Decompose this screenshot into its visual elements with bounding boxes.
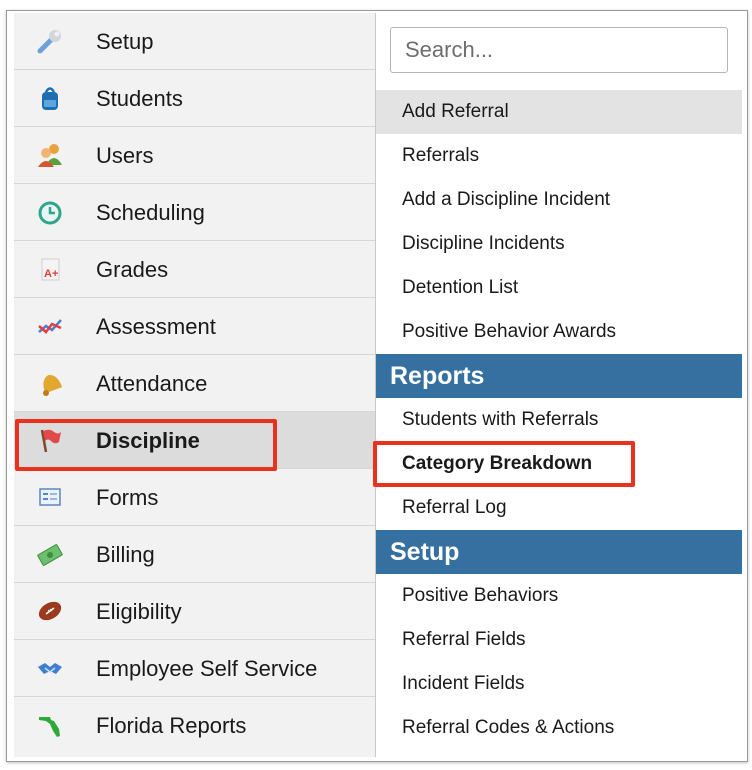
- menu-item-students-with-referrals[interactable]: Students with Referrals: [376, 398, 742, 442]
- menu-item-discipline-incidents[interactable]: Discipline Incidents: [376, 222, 742, 266]
- section-header-reports: Reports: [376, 354, 742, 398]
- sidebar-item-grades[interactable]: A+ Grades: [14, 241, 375, 298]
- grade-paper-icon: A+: [36, 255, 64, 283]
- highlight-box-category-breakdown: [373, 441, 635, 487]
- form-icon: [36, 483, 64, 511]
- sidebar: Setup Students Users Scheduling A+ Grade…: [14, 13, 376, 757]
- sidebar-item-label: Users: [96, 143, 154, 168]
- sidebar-item-scheduling[interactable]: Scheduling: [14, 184, 375, 241]
- sidebar-item-forms[interactable]: Forms: [14, 469, 375, 526]
- sidebar-item-billing[interactable]: Billing: [14, 526, 375, 583]
- sidebar-item-florida-reports[interactable]: Florida Reports: [14, 697, 375, 754]
- svg-text:A+: A+: [44, 268, 58, 280]
- sidebar-item-label: Setup: [96, 29, 154, 54]
- sidebar-item-label: Assessment: [96, 314, 216, 339]
- menu-item-add-referral[interactable]: Add Referral: [376, 90, 742, 134]
- menu-item-add-discipline-incident[interactable]: Add a Discipline Incident: [376, 178, 742, 222]
- users-icon: [36, 141, 64, 169]
- bell-icon: [36, 369, 64, 397]
- florida-icon: [36, 711, 64, 739]
- line-chart-icon: [36, 312, 64, 340]
- sidebar-item-label: Forms: [96, 485, 159, 510]
- sidebar-item-students[interactable]: Students: [14, 70, 375, 127]
- search-input[interactable]: [390, 27, 728, 73]
- clock-icon: [36, 198, 64, 226]
- section-header-setup: Setup: [376, 530, 742, 574]
- sidebar-item-employee-self-service[interactable]: Employee Self Service: [14, 640, 375, 697]
- sidebar-item-assessment[interactable]: Assessment: [14, 298, 375, 355]
- sidebar-item-setup[interactable]: Setup: [14, 13, 375, 70]
- sidebar-item-label: Attendance: [96, 371, 208, 396]
- wrench-icon: [36, 27, 64, 55]
- sidebar-item-label: Students: [96, 86, 183, 111]
- sidebar-item-eligibility[interactable]: Eligibility: [14, 583, 375, 640]
- sidebar-item-label: Employee Self Service: [96, 656, 318, 681]
- money-icon: [36, 540, 64, 568]
- sidebar-item-label: Scheduling: [96, 200, 205, 225]
- sidebar-item-label: Grades: [96, 257, 169, 282]
- menu-item-referral-log[interactable]: Referral Log: [376, 486, 742, 530]
- menu-item-referral-codes-actions[interactable]: Referral Codes & Actions: [376, 706, 742, 750]
- menu-item-referral-fields[interactable]: Referral Fields: [376, 618, 742, 662]
- sidebar-item-label: Florida Reports: [96, 713, 247, 738]
- sidebar-item-users[interactable]: Users: [14, 127, 375, 184]
- menu-item-referrals[interactable]: Referrals: [376, 134, 742, 178]
- football-icon: [36, 597, 64, 625]
- sidebar-item-label: Billing: [96, 542, 155, 567]
- backpack-icon: [36, 84, 64, 112]
- menu-item-positive-behavior-awards[interactable]: Positive Behavior Awards: [376, 310, 742, 354]
- sidebar-item-label: Eligibility: [96, 599, 182, 624]
- menu-item-positive-behaviors[interactable]: Positive Behaviors: [376, 574, 742, 618]
- menu-item-incident-fields[interactable]: Incident Fields: [376, 662, 742, 706]
- highlight-box-discipline: [15, 419, 277, 471]
- menu-item-detention-list[interactable]: Detention List: [376, 266, 742, 310]
- sidebar-item-attendance[interactable]: Attendance: [14, 355, 375, 412]
- handshake-icon: [36, 654, 64, 682]
